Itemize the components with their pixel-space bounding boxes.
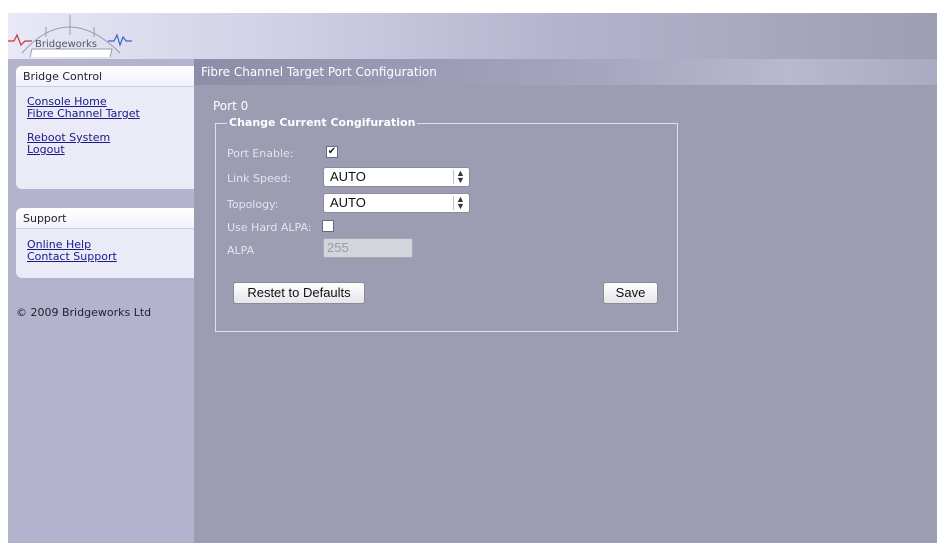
link-speed-value: AUTO [330, 169, 366, 184]
logout-link[interactable]: Logout [16, 144, 194, 156]
copyright-text: © 2009 Bridgeworks Ltd [16, 306, 152, 319]
reset-defaults-button[interactable]: Restet to Defaults [233, 282, 365, 304]
page: Bridgeworks Bridge Control Console Home … [0, 0, 937, 543]
configuration-fieldset: Change Current Congifuration Port Enable… [215, 116, 678, 332]
alpa-input[interactable]: 255 [323, 238, 413, 258]
header-banner: Bridgeworks [8, 13, 937, 59]
topology-value: AUTO [330, 195, 366, 210]
sidebar: Bridge Control Console Home Fibre Channe… [8, 59, 194, 543]
port-title: Port 0 [213, 99, 249, 113]
fibre-channel-target-link[interactable]: Fibre Channel Target [16, 108, 194, 120]
support-panel: Support Online Help Contact Support [16, 208, 194, 278]
topology-select[interactable]: AUTO ▲ ▼ [323, 193, 470, 213]
bridge-control-panel: Bridge Control Console Home Fibre Channe… [16, 66, 194, 189]
support-title: Support [16, 208, 194, 229]
logo-text: Bridgeworks [35, 39, 98, 50]
page-title-bar: Fibre Channel Target Port Configuration [194, 59, 937, 85]
contact-support-link[interactable]: Contact Support [16, 251, 194, 263]
main-content: Fibre Channel Target Port Configuration … [194, 59, 937, 543]
select-arrows-icon: ▲ ▼ [453, 195, 467, 211]
bridge-control-title: Bridge Control [16, 66, 194, 87]
port-enable-checkbox[interactable]: ✔ [326, 146, 338, 158]
topology-label: Topology: [227, 198, 279, 211]
save-button[interactable]: Save [603, 282, 658, 304]
select-arrows-icon: ▲ ▼ [453, 169, 467, 185]
alpa-label: ALPA [227, 244, 255, 257]
link-speed-select[interactable]: AUTO ▲ ▼ [323, 167, 470, 187]
port-enable-label: Port Enable: [227, 147, 294, 160]
hard-alpa-label: Use Hard ALPA: [227, 221, 312, 234]
link-speed-label: Link Speed: [227, 172, 292, 185]
fieldset-legend: Change Current Congifuration [227, 116, 418, 129]
hard-alpa-checkbox[interactable] [322, 220, 334, 232]
page-title: Fibre Channel Target Port Configuration [201, 65, 437, 79]
bridgeworks-logo: Bridgeworks [8, 13, 138, 59]
